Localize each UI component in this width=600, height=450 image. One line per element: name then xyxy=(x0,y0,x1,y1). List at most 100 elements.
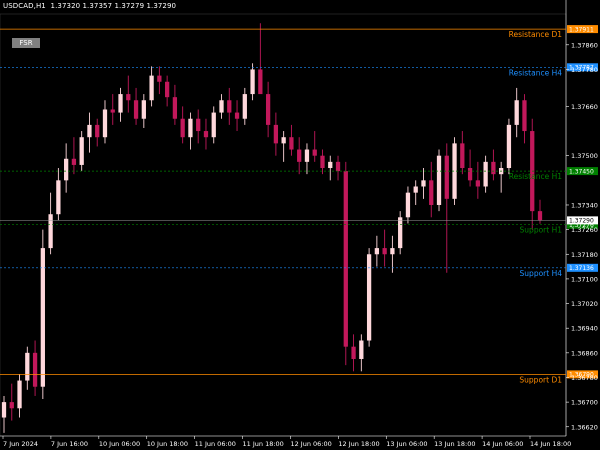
time-tick-label: 12 Jun 18:00 xyxy=(338,440,379,448)
support-h4-price: 1.37136 xyxy=(569,265,594,272)
candle-body xyxy=(48,214,53,249)
candle-body xyxy=(444,155,449,199)
price-tick-label: 1.36860 xyxy=(571,349,598,357)
candle-body xyxy=(351,346,356,359)
candle-body xyxy=(32,352,38,387)
time-tick-label: 13 Jun 18:00 xyxy=(434,440,475,448)
candle-body xyxy=(460,143,465,169)
support-h4-label: Support H4 xyxy=(520,269,563,278)
candle-body xyxy=(467,168,473,181)
candle-body xyxy=(71,158,77,165)
candle-body xyxy=(335,161,341,172)
symbol-header: USDCAD,H1 1.37320 1.37357 1.37279 1.3729… xyxy=(3,2,176,10)
candle-body xyxy=(164,81,170,98)
candle-body xyxy=(126,94,131,101)
price-tick-label: 1.37100 xyxy=(571,275,598,283)
candle-body xyxy=(506,124,512,169)
price-tick-label: 1.37340 xyxy=(571,201,598,209)
time-tick-label: 13 Jun 06:00 xyxy=(386,440,427,448)
price-tick-label: 1.37860 xyxy=(571,41,598,49)
candle-body xyxy=(297,149,302,162)
candle-body xyxy=(133,100,139,119)
symbol-timeframe: USDCAD,H1 xyxy=(3,2,46,10)
time-tick-label: 10 Jun 18:00 xyxy=(147,440,188,448)
candle-body xyxy=(64,158,69,181)
resistance-h4-label: Resistance H4 xyxy=(509,68,562,77)
candle-body xyxy=(141,100,146,119)
candle-body xyxy=(211,112,216,138)
candle-body xyxy=(413,186,418,193)
price-tick-label: 1.37260 xyxy=(571,226,598,234)
resistance-h1-label: Resistance H1 xyxy=(509,172,562,181)
time-tick-label: 7 Jun 16:00 xyxy=(51,440,88,448)
time-tick-label: 11 Jun 18:00 xyxy=(243,440,284,448)
candle-body xyxy=(149,75,154,101)
candle-body xyxy=(258,69,263,95)
candle-body xyxy=(421,180,426,187)
candle-body xyxy=(273,124,279,144)
time-tick-label: 14 Jun 06:00 xyxy=(482,440,523,448)
candle-body xyxy=(514,100,519,125)
candle-body xyxy=(17,380,22,409)
candle-body xyxy=(265,94,271,125)
candle-body xyxy=(436,155,442,205)
candle-body xyxy=(219,100,224,113)
fsr-button[interactable]: FSR xyxy=(12,38,40,48)
support-h1-label: Support H1 xyxy=(520,226,563,235)
candle-body xyxy=(429,180,434,205)
candle-body xyxy=(242,94,247,119)
support-d1-label: Support D1 xyxy=(519,375,562,384)
price-tick-label: 1.36940 xyxy=(571,325,598,333)
candle-body xyxy=(320,155,325,169)
candle-body xyxy=(475,180,480,187)
price-chart[interactable]: Resistance D11.37911Resistance H41.37787… xyxy=(0,0,600,450)
price-tick-label: 1.37180 xyxy=(571,251,598,259)
resistance-h1-price: 1.37450 xyxy=(569,168,594,175)
price-tick-label: 1.37780 xyxy=(571,66,598,74)
candle-body xyxy=(366,254,372,341)
candle-body xyxy=(289,137,294,150)
time-tick-label: 7 Jun 2024 xyxy=(3,440,38,448)
candle-body xyxy=(250,69,255,95)
candle-body xyxy=(382,248,387,255)
price-tick-label: 1.37020 xyxy=(571,300,598,308)
candle-body xyxy=(95,124,100,138)
candle-body xyxy=(234,112,240,119)
resistance-d1-label: Resistance D1 xyxy=(509,30,563,39)
candle-body xyxy=(40,248,45,387)
candle-body xyxy=(483,161,488,187)
candle-body xyxy=(157,75,162,82)
price-tick-label: 1.37660 xyxy=(571,103,598,111)
candle-body xyxy=(398,217,403,249)
price-tick-label: 1.37500 xyxy=(571,152,598,160)
candle-body xyxy=(1,402,7,418)
candle-body xyxy=(196,118,201,132)
candle-body xyxy=(522,100,527,132)
ohlc-values: 1.37320 1.37357 1.37279 1.37290 xyxy=(50,2,177,10)
candle-body xyxy=(203,131,209,138)
candle-body xyxy=(405,192,411,218)
candle-body xyxy=(172,97,178,119)
resistance-d1-price: 1.37911 xyxy=(569,26,594,33)
candle-body xyxy=(312,149,317,156)
candle-body xyxy=(9,402,14,409)
candle-body xyxy=(343,171,348,347)
candle-body xyxy=(56,180,61,215)
time-tick-label: 12 Jun 06:00 xyxy=(290,440,331,448)
time-tick-label: 10 Jun 06:00 xyxy=(99,440,140,448)
candle-body xyxy=(79,137,84,165)
candle-body xyxy=(328,161,333,169)
price-tick-label: 1.36700 xyxy=(571,399,598,407)
candle-body xyxy=(491,161,496,175)
candle-body xyxy=(118,94,123,113)
candle-body xyxy=(359,340,364,359)
price-tick-label: 1.36780 xyxy=(571,374,598,382)
price-tick-label: 1.36620 xyxy=(571,423,598,431)
candle-body xyxy=(374,248,380,255)
candle-body xyxy=(25,352,30,381)
candle-body xyxy=(110,109,115,113)
time-tick-label: 14 Jun 18:00 xyxy=(530,440,571,448)
candle-body xyxy=(102,109,108,138)
candle-body xyxy=(227,100,232,113)
candle-body xyxy=(281,137,286,144)
